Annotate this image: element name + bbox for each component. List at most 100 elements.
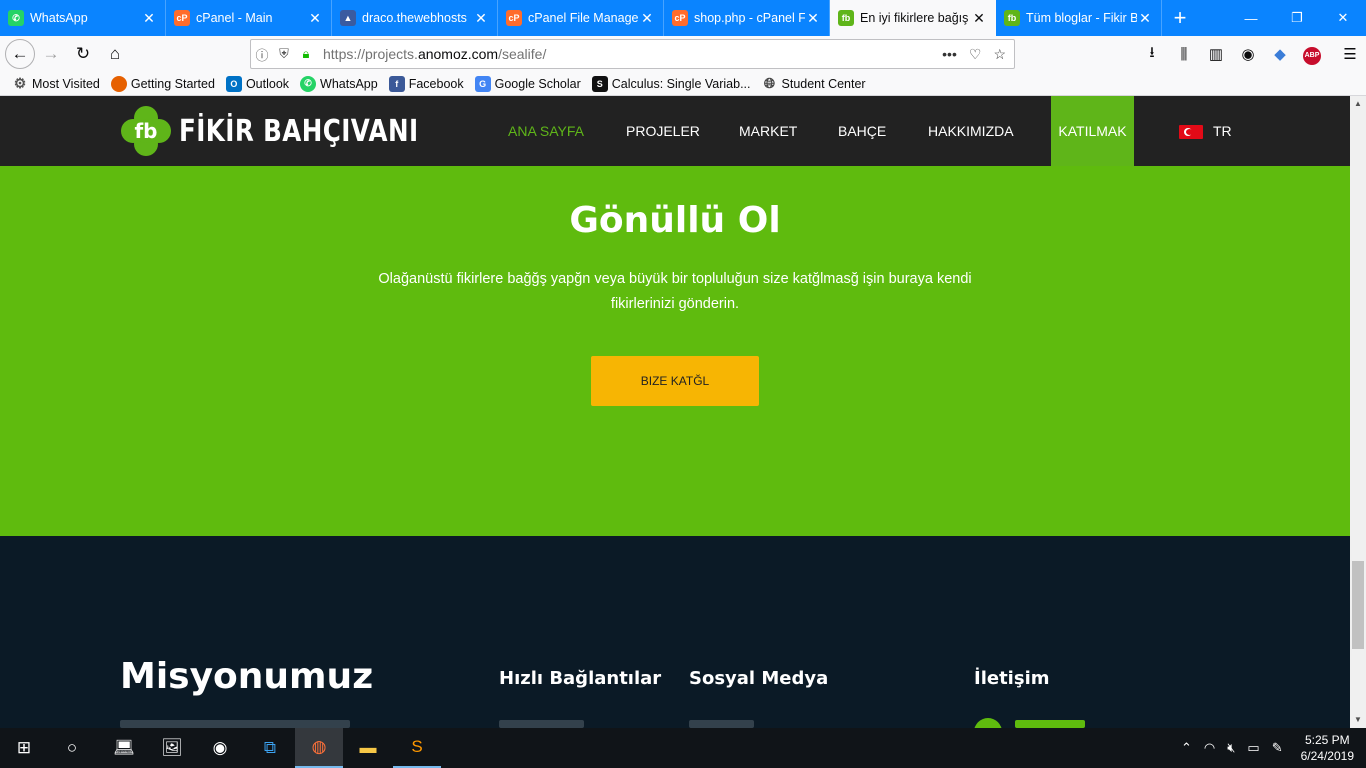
volume-muted-icon[interactable]: 🔇︎ <box>1227 740 1235 756</box>
new-tab-button[interactable]: + <box>1162 0 1198 36</box>
close-icon[interactable]: ✕ <box>971 10 987 27</box>
extension-icon[interactable]: ◆ <box>1264 45 1296 63</box>
menu-item-join[interactable]: KATILMAK <box>1051 96 1134 166</box>
site-header: fb FİKİR BAHÇIVANI ANA SAYFA PROJELER MA… <box>0 96 1350 166</box>
close-window-icon[interactable]: ✕ <box>1320 0 1366 36</box>
page-actions-icon[interactable]: ••• <box>942 46 957 63</box>
bookmark-item[interactable]: f Facebook <box>388 75 464 92</box>
firefox-icon <box>110 75 127 92</box>
browser-tab[interactable]: cP cPanel File Manager ✕ <box>498 0 664 36</box>
tab-title: WhatsApp <box>30 11 88 25</box>
windows-start-icon[interactable]: ⊞ <box>0 728 48 768</box>
pen-icon[interactable]: ✎ <box>1272 740 1283 756</box>
url-bar[interactable]: ⓘ ⛨ 🔒︎ https://projects.anomoz.com/seali… <box>250 39 1015 69</box>
scholar-icon: G <box>474 75 491 92</box>
mission-text-partial <box>120 720 350 728</box>
volunteer-text: Olağanüstü fikirlere bağğş yapğn veya bü… <box>378 271 972 312</box>
firefox-taskbar-icon[interactable]: ◍ <box>295 728 343 768</box>
bookmark-item[interactable]: ✆ WhatsApp <box>300 75 378 92</box>
forward-button[interactable]: → <box>35 38 67 70</box>
pocket-icon[interactable]: ♡ <box>969 46 982 63</box>
menu-item-projects[interactable]: PROJELER <box>626 96 700 166</box>
tab-title: Tüm bloglar - Fikir B <box>1026 11 1137 25</box>
browser-tab[interactable]: fb Tüm bloglar - Fikir B ✕ <box>996 0 1162 36</box>
close-icon[interactable]: ✕ <box>473 10 489 27</box>
file-explorer-icon[interactable]: ▬ <box>344 728 392 768</box>
close-icon[interactable]: ✕ <box>1137 10 1153 27</box>
menu-item-market[interactable]: MARKET <box>739 96 797 166</box>
browser-tab[interactable]: cP shop.php - cPanel F ✕ <box>664 0 830 36</box>
tracking-icon[interactable]: ⛨ <box>273 46 295 62</box>
close-icon[interactable]: ✕ <box>805 10 821 27</box>
page-scrollbar[interactable]: ▲ ▼ <box>1350 96 1366 728</box>
contact-text-partial <box>1015 720 1085 728</box>
browser-tab[interactable]: cP cPanel - Main ✕ <box>166 0 332 36</box>
toolbar-right: ⭳ ⫼ ▥ ◉ ◆ ABP ☰ <box>1136 36 1366 72</box>
menu-item-garden[interactable]: BAHÇE <box>838 96 886 166</box>
bookmark-item[interactable]: 🌐︎ Student Center <box>762 75 866 92</box>
battery-icon[interactable]: ▭ <box>1247 740 1259 756</box>
tab-title: cPanel File Manager <box>528 11 639 25</box>
tab-title: En iyi fikirlere bağış <box>860 11 969 25</box>
vscode-icon[interactable]: ⧉ <box>246 728 294 768</box>
scrollbar-thumb[interactable] <box>1352 561 1364 649</box>
join-us-button[interactable]: BIZE KATĞL <box>591 356 759 406</box>
bookmarks-toolbar: ⚙ Most Visited Getting Started O Outlook ✆… <box>0 72 1366 96</box>
browser-tab-active[interactable]: fb En iyi fikirlere bağış ✕ <box>830 0 996 36</box>
url-text[interactable]: https://projects.anomoz.com/sealife/ <box>317 46 942 62</box>
menu-item-home[interactable]: ANA SAYFA <box>508 96 584 166</box>
chevron-up-icon[interactable]: ⌃ <box>1181 740 1192 756</box>
account-icon[interactable]: ◉ <box>1232 45 1264 63</box>
browser-tab[interactable]: ▲ draco.thewebhosts ✕ <box>332 0 498 36</box>
minimize-icon[interactable]: — <box>1228 0 1274 36</box>
windows-taskbar: ⊞ ○ 💻︎ 🖼︎ ◉ ⧉ ◍ ▬ S ⌃ ◠ 🔇︎ ▭ ✎ 5:25 PM 6… <box>0 728 1366 768</box>
scroll-down-icon[interactable]: ▼ <box>1350 712 1366 728</box>
reload-button[interactable]: ↻ <box>67 38 99 70</box>
adblock-icon[interactable]: ABP <box>1296 44 1328 65</box>
social-media-heading: Sosyal Medya <box>689 668 829 689</box>
home-button[interactable]: ⌂ <box>99 38 131 70</box>
clock-time: 5:25 PM <box>1304 733 1350 747</box>
close-icon[interactable]: ✕ <box>307 10 323 27</box>
close-icon[interactable]: ✕ <box>639 10 655 27</box>
github-desktop-icon[interactable]: ◉ <box>196 728 244 768</box>
bookmark-item[interactable]: G Google Scholar <box>474 75 581 92</box>
site-logo[interactable]: fb FİKİR BAHÇIVANI <box>121 106 471 156</box>
bookmark-item[interactable]: Getting Started <box>110 75 215 92</box>
bookmark-item[interactable]: O Outlook <box>225 75 289 92</box>
photos-app-icon[interactable]: 🖼︎ <box>148 728 196 768</box>
info-icon[interactable]: ⓘ <box>251 45 273 64</box>
downloads-icon[interactable]: ⭳ <box>1136 42 1168 67</box>
close-icon[interactable]: ✕ <box>141 10 157 27</box>
sidebar-icon[interactable]: ▥ <box>1200 45 1232 63</box>
bookmark-item[interactable]: S Calculus: Single Variab... <box>591 75 751 92</box>
cpanel-icon: cP <box>174 10 190 26</box>
facebook-icon: f <box>388 75 405 92</box>
wifi-icon[interactable]: ◠ <box>1204 740 1215 756</box>
sublime-text-icon[interactable]: S <box>393 728 441 768</box>
tab-title: shop.php - cPanel F <box>694 11 805 25</box>
taskbar-clock[interactable]: 5:25 PM 6/24/2019 <box>1301 732 1354 764</box>
browser-tab-strip: ✆ WhatsApp ✕ cP cPanel - Main ✕ ▲ draco.… <box>0 0 1366 36</box>
scroll-up-icon[interactable]: ▲ <box>1350 96 1366 112</box>
cpanel-icon: cP <box>506 10 522 26</box>
restore-icon[interactable]: ❐ <box>1274 0 1320 36</box>
bookmark-star-icon[interactable]: ☆ <box>993 46 1006 63</box>
volunteer-section: Gönüllü Ol Olağanüstü fikirlere bağğş ya… <box>0 166 1350 536</box>
fb-icon: fb <box>1004 10 1020 26</box>
social-link-partial[interactable] <box>689 720 754 728</box>
search-circle-icon[interactable]: ○ <box>48 728 96 768</box>
menu-item-about[interactable]: HAKKIMIZDA <box>928 96 1014 166</box>
quick-link-partial[interactable] <box>499 720 584 728</box>
mission-heading: Misyonumuz <box>120 656 374 697</box>
volunteer-title: Gönüllü Ol <box>569 200 781 241</box>
gear-icon: ⚙ <box>13 75 27 91</box>
page-viewport: fb FİKİR BAHÇIVANI ANA SAYFA PROJELER MA… <box>0 96 1350 728</box>
browser-tab[interactable]: ✆ WhatsApp ✕ <box>0 0 166 36</box>
back-button[interactable]: ← <box>5 39 35 69</box>
bookmark-item[interactable]: ⚙ Most Visited <box>12 75 100 92</box>
library-icon[interactable]: ⫼ <box>1168 46 1200 63</box>
menu-icon[interactable]: ☰ <box>1334 45 1366 63</box>
language-selector[interactable]: TR <box>1179 96 1232 166</box>
laptop-app-icon[interactable]: 💻︎ <box>100 728 148 768</box>
